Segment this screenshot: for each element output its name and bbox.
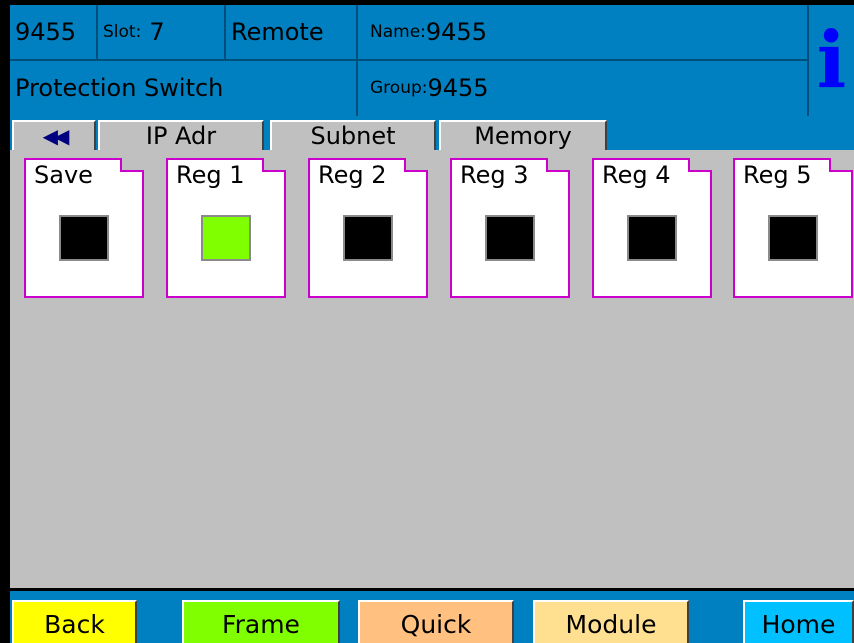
register-save[interactable]: Save	[24, 158, 144, 298]
divider	[96, 5, 98, 59]
back-button[interactable]: Back	[12, 600, 137, 643]
register-label: Reg 5	[743, 161, 812, 189]
group-value: 9455	[427, 74, 489, 102]
header-divider	[10, 59, 808, 61]
name-label: Name:	[370, 21, 426, 42]
module-button[interactable]: Module	[533, 600, 689, 643]
divider	[224, 5, 226, 59]
function-title: Protection Switch	[15, 74, 224, 102]
back-arrow-tab[interactable]: ◀◀	[12, 120, 96, 150]
name-value: 9455	[425, 18, 487, 46]
device-id: 9455	[15, 18, 77, 46]
group-field: Group: 9455	[358, 61, 808, 115]
card-notch	[546, 158, 570, 172]
register-indicator	[343, 215, 393, 261]
register-indicator	[59, 215, 109, 261]
card-notch	[120, 158, 144, 172]
tab-bar: ◀◀ IP Adr Subnet Memory	[10, 116, 854, 150]
double-left-arrow-icon: ◀◀	[42, 124, 70, 148]
name-field: Name: 9455	[358, 5, 808, 59]
slot-indicator: Slot: 7	[98, 5, 224, 59]
tab-ip-adr[interactable]: IP Adr	[98, 120, 264, 150]
register-area: Save Reg 1 Reg 2 Reg 3 Reg 4 Reg 5	[10, 150, 854, 588]
card-notch	[404, 158, 428, 172]
register-label: Reg 3	[460, 161, 529, 189]
group-label: Group:	[370, 77, 428, 98]
register-reg-5[interactable]: Reg 5	[733, 158, 853, 298]
remote-mode: Remote	[231, 18, 324, 46]
register-indicator	[768, 215, 818, 261]
slot-value: 7	[149, 18, 165, 46]
register-label: Reg 2	[318, 161, 387, 189]
footer-bar: Back Frame Quick Module Home	[10, 588, 854, 643]
register-indicator	[485, 215, 535, 261]
card-notch	[829, 158, 853, 172]
device-screen: 9455 Slot: 7 Remote Name: 9455 Protectio…	[10, 5, 854, 643]
frame-button[interactable]: Frame	[182, 600, 340, 643]
quick-button[interactable]: Quick	[358, 600, 514, 643]
register-label: Save	[34, 161, 93, 189]
register-reg-2[interactable]: Reg 2	[308, 158, 428, 298]
register-reg-4[interactable]: Reg 4	[592, 158, 712, 298]
divider	[356, 5, 358, 116]
tab-memory[interactable]: Memory	[439, 120, 607, 150]
register-label: Reg 1	[176, 161, 245, 189]
home-button[interactable]: Home	[743, 600, 854, 643]
tab-subnet[interactable]: Subnet	[270, 120, 436, 150]
card-notch	[688, 158, 712, 172]
register-indicator	[627, 215, 677, 261]
info-icon[interactable]: i	[809, 7, 854, 114]
register-reg-3[interactable]: Reg 3	[450, 158, 570, 298]
register-label: Reg 4	[602, 161, 671, 189]
register-indicator	[201, 215, 251, 261]
card-notch	[262, 158, 286, 172]
register-reg-1[interactable]: Reg 1	[166, 158, 286, 298]
header-panel: 9455 Slot: 7 Remote Name: 9455 Protectio…	[10, 5, 854, 116]
slot-label: Slot:	[103, 21, 142, 42]
